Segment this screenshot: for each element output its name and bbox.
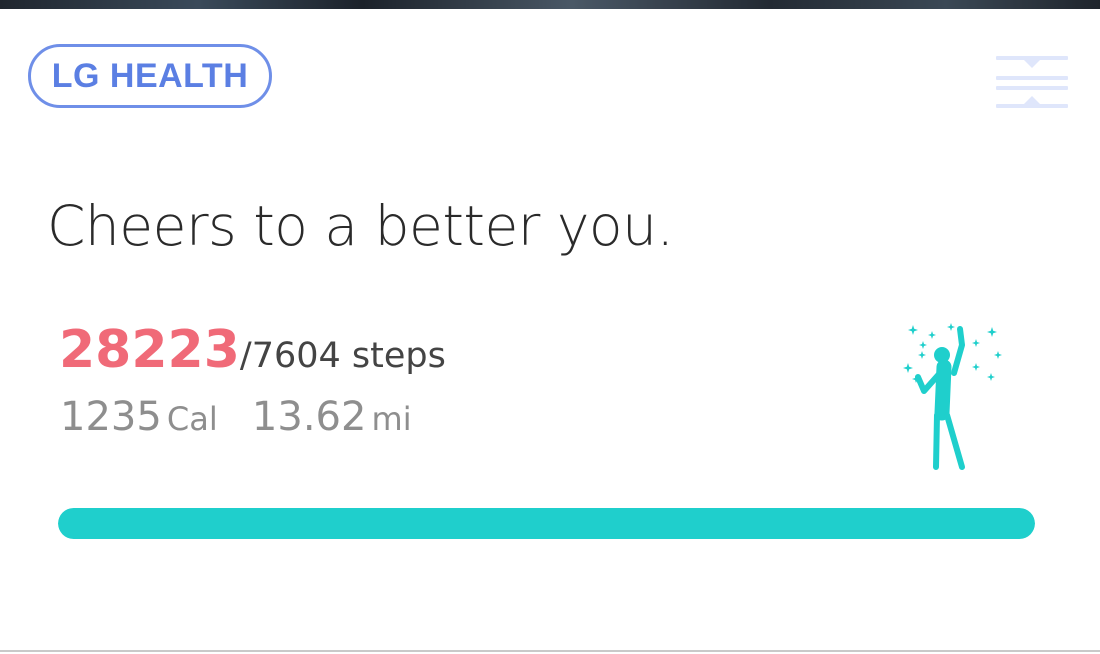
steps-summary: 28223/7604 steps: [59, 320, 446, 380]
bottom-divider: [0, 650, 1100, 652]
celebrating-person-icon: [896, 317, 1008, 477]
health-card[interactable]: LG HEALTH Cheers to a better you. 28223/…: [0, 9, 1100, 652]
steps-unit: steps: [340, 336, 446, 376]
distance-unit: mi: [371, 400, 412, 438]
distance-value: 13.62: [251, 394, 367, 440]
steps-goal: /7604: [239, 336, 341, 376]
steps-count: 28223: [59, 320, 240, 380]
brand-label: LG HEALTH: [51, 56, 249, 95]
brand-badge[interactable]: LG HEALTH: [28, 44, 272, 108]
calories-unit: Cal: [166, 400, 218, 438]
collapse-menu-icon[interactable]: [994, 52, 1070, 112]
activity-stats: 1235 Cal 13.62 mi: [60, 394, 412, 440]
calories-value: 1235: [60, 394, 162, 440]
steps-progress-fill: [58, 508, 1035, 539]
celebrating-person-icon-graphic: [903, 323, 1002, 470]
headline: Cheers to a better you.: [47, 194, 674, 258]
background-image-strip: [0, 0, 1100, 9]
steps-progress-bar: [58, 508, 1035, 539]
collapse-menu-icon-graphic: [996, 56, 1068, 108]
